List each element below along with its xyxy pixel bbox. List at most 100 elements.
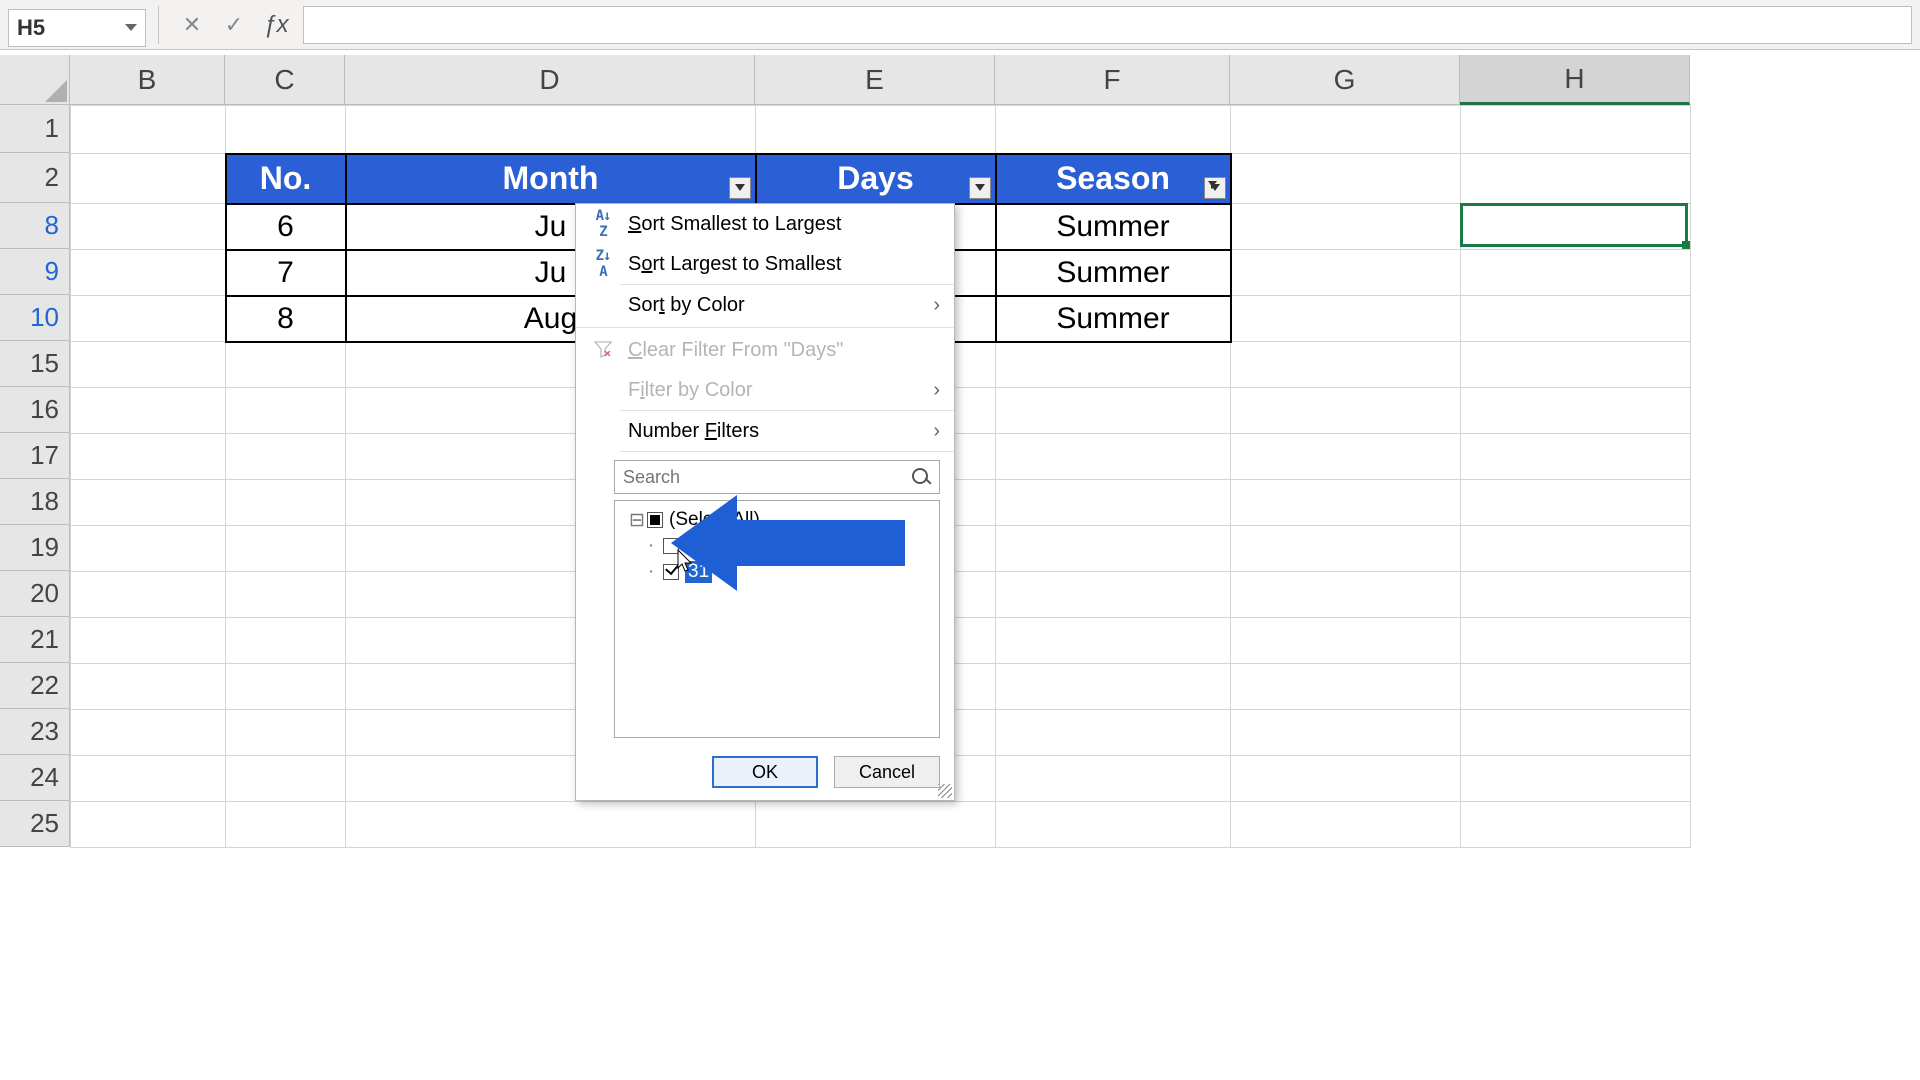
cell-H9[interactable]: [1461, 250, 1691, 296]
cell-F15[interactable]: [996, 342, 1231, 388]
cell-G22[interactable]: [1231, 664, 1461, 710]
cell-C21[interactable]: [226, 618, 346, 664]
cell-H1[interactable]: [1461, 106, 1691, 154]
cell-G9[interactable]: [1231, 250, 1461, 296]
name-box-caret-icon[interactable]: [125, 24, 137, 31]
cell-B17[interactable]: [71, 434, 226, 480]
cell-E25[interactable]: [756, 802, 996, 848]
cell-G25[interactable]: [1231, 802, 1461, 848]
cell-G10[interactable]: [1231, 296, 1461, 342]
cancel-button[interactable]: Cancel: [834, 756, 940, 788]
ok-button[interactable]: OK: [712, 756, 818, 788]
row-header-22[interactable]: 22: [0, 663, 70, 709]
cell-C17[interactable]: [226, 434, 346, 480]
cell-C8[interactable]: 6: [226, 204, 346, 250]
cell-G18[interactable]: [1231, 480, 1461, 526]
cell-B18[interactable]: [71, 480, 226, 526]
cell-C24[interactable]: [226, 756, 346, 802]
cell-H21[interactable]: [1461, 618, 1691, 664]
row-header-24[interactable]: 24: [0, 755, 70, 801]
row-header-8[interactable]: 8: [0, 203, 70, 249]
cell-F20[interactable]: [996, 572, 1231, 618]
cell-F21[interactable]: [996, 618, 1231, 664]
cell-G20[interactable]: [1231, 572, 1461, 618]
filter-button-season[interactable]: [1204, 177, 1226, 199]
cell-F22[interactable]: [996, 664, 1231, 710]
cell-C23[interactable]: [226, 710, 346, 756]
select-all-corner[interactable]: [0, 55, 70, 105]
cell-H16[interactable]: [1461, 388, 1691, 434]
column-header-C[interactable]: C: [225, 55, 345, 105]
row-header-17[interactable]: 17: [0, 433, 70, 479]
row-header-23[interactable]: 23: [0, 709, 70, 755]
cell-G8[interactable]: [1231, 204, 1461, 250]
cell-C9[interactable]: 7: [226, 250, 346, 296]
cell-H20[interactable]: [1461, 572, 1691, 618]
cell-G2[interactable]: [1231, 154, 1461, 204]
cell-G21[interactable]: [1231, 618, 1461, 664]
cell-F9[interactable]: Summer: [996, 250, 1231, 296]
row-header-18[interactable]: 18: [0, 479, 70, 525]
cell-B16[interactable]: [71, 388, 226, 434]
checkbox[interactable]: [663, 538, 679, 554]
cell-G19[interactable]: [1231, 526, 1461, 572]
row-header-9[interactable]: 9: [0, 249, 70, 295]
cell-F16[interactable]: [996, 388, 1231, 434]
cell-C20[interactable]: [226, 572, 346, 618]
row-header-20[interactable]: 20: [0, 571, 70, 617]
row-header-2[interactable]: 2: [0, 153, 70, 203]
cell-F23[interactable]: [996, 710, 1231, 756]
insert-function-button[interactable]: ƒx: [255, 6, 297, 44]
cell-G15[interactable]: [1231, 342, 1461, 388]
name-box[interactable]: H5: [8, 9, 146, 47]
cell-F8[interactable]: Summer: [996, 204, 1231, 250]
cell-H25[interactable]: [1461, 802, 1691, 848]
cell-F2[interactable]: Season: [996, 154, 1231, 204]
cell-D2[interactable]: Month: [346, 154, 756, 204]
column-header-H[interactable]: H: [1460, 55, 1690, 105]
cell-H19[interactable]: [1461, 526, 1691, 572]
formula-cancel-button[interactable]: ✕: [171, 6, 213, 44]
cell-F17[interactable]: [996, 434, 1231, 480]
cell-F1[interactable]: [996, 106, 1231, 154]
cell-G16[interactable]: [1231, 388, 1461, 434]
row-header-1[interactable]: 1: [0, 105, 70, 153]
cell-E2[interactable]: Days: [756, 154, 996, 204]
row-header-25[interactable]: 25: [0, 801, 70, 847]
formula-input[interactable]: [303, 6, 1912, 44]
cell-C25[interactable]: [226, 802, 346, 848]
cell-D1[interactable]: [346, 106, 756, 154]
cell-B15[interactable]: [71, 342, 226, 388]
cell-F25[interactable]: [996, 802, 1231, 848]
cell-F19[interactable]: [996, 526, 1231, 572]
cell-G24[interactable]: [1231, 756, 1461, 802]
resize-grip-icon[interactable]: [938, 784, 952, 798]
cell-H2[interactable]: [1461, 154, 1691, 204]
cell-B24[interactable]: [71, 756, 226, 802]
cell-E1[interactable]: [756, 106, 996, 154]
cell-C19[interactable]: [226, 526, 346, 572]
cell-F24[interactable]: [996, 756, 1231, 802]
checkbox-checked[interactable]: [663, 564, 679, 580]
column-header-F[interactable]: F: [995, 55, 1230, 105]
row-header-10[interactable]: 10: [0, 295, 70, 341]
cell-B10[interactable]: [71, 296, 226, 342]
column-header-B[interactable]: B: [70, 55, 225, 105]
cell-B2[interactable]: [71, 154, 226, 204]
filter-item-30[interactable]: · 30: [621, 533, 933, 559]
cell-H23[interactable]: [1461, 710, 1691, 756]
number-filters[interactable]: Number Filters ›: [576, 411, 954, 451]
cell-C15[interactable]: [226, 342, 346, 388]
cell-C22[interactable]: [226, 664, 346, 710]
cell-G23[interactable]: [1231, 710, 1461, 756]
cell-B21[interactable]: [71, 618, 226, 664]
cell-H15[interactable]: [1461, 342, 1691, 388]
column-header-E[interactable]: E: [755, 55, 995, 105]
search-icon[interactable]: [908, 464, 934, 490]
sort-descending[interactable]: Z↓A Sort Largest to Smallest: [576, 244, 954, 284]
cell-G1[interactable]: [1231, 106, 1461, 154]
cell-B20[interactable]: [71, 572, 226, 618]
cell-B1[interactable]: [71, 106, 226, 154]
cell-F10[interactable]: Summer: [996, 296, 1231, 342]
cell-B25[interactable]: [71, 802, 226, 848]
